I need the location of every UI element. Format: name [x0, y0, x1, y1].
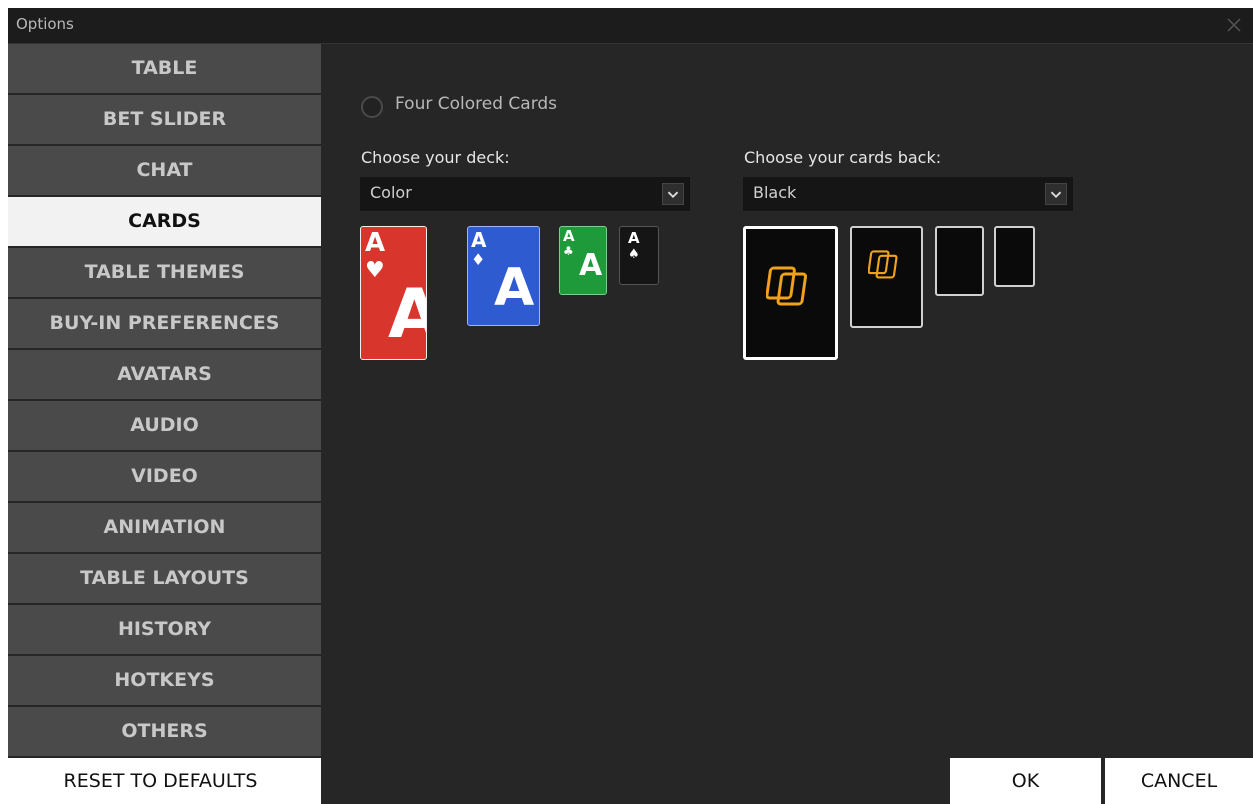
card-back-preview-tiny[interactable]	[994, 226, 1035, 287]
window-title: Options	[16, 15, 74, 33]
sidebar-item-table-layouts[interactable]: TABLE LAYOUTS	[8, 554, 321, 603]
sidebar-item-history[interactable]: HISTORY	[8, 605, 321, 654]
sidebar-item-buy-in-preferences[interactable]: BUY-IN PREFERENCES	[8, 299, 321, 348]
chevron-down-icon[interactable]	[662, 183, 684, 205]
card-back-preview-small[interactable]	[935, 226, 984, 296]
heart-icon: ♥	[365, 258, 385, 283]
four-colored-cards-label: Four Colored Cards	[395, 94, 558, 114]
sidebar-item-hotkeys[interactable]: HOTKEYS	[8, 656, 321, 705]
deck-select-value: Color	[370, 183, 412, 202]
card-rank-large: A	[579, 248, 603, 283]
sidebar-item-others[interactable]: OTHERS	[8, 707, 321, 756]
ok-button[interactable]: OK	[950, 758, 1101, 804]
sidebar-item-cards[interactable]: CARDS	[8, 197, 321, 246]
chevron-down-icon[interactable]	[1045, 183, 1067, 205]
cards-back-select-value: Black	[753, 183, 797, 202]
card-back-preview-medium[interactable]	[850, 226, 923, 328]
card-rank-large: A	[494, 258, 535, 318]
sidebar-item-avatars[interactable]: AVATARS	[8, 350, 321, 399]
logo-icon	[868, 250, 898, 279]
sidebar-item-audio[interactable]: AUDIO	[8, 401, 321, 450]
logo-icon	[766, 266, 808, 306]
deck-preview-medium[interactable]: A ♦ A	[467, 226, 540, 326]
card-rank: A	[563, 227, 575, 245]
sidebar-item-table-themes[interactable]: TABLE THEMES	[8, 248, 321, 297]
card-rank: A	[628, 229, 640, 247]
sidebar-item-chat[interactable]: CHAT	[8, 146, 321, 195]
four-colored-cards-radio[interactable]	[361, 96, 383, 118]
deck-preview-large[interactable]: A ♥ A	[360, 226, 427, 360]
sidebar-item-bet-slider[interactable]: BET SLIDER	[8, 95, 321, 144]
cards-back-select[interactable]: Black	[743, 177, 1073, 211]
deck-preview-small[interactable]: A ♣ A	[559, 226, 607, 295]
card-back-preview-large[interactable]	[743, 226, 838, 360]
options-sidebar: TABLE BET SLIDER CHAT CARDS TABLE THEMES…	[8, 44, 321, 762]
close-icon[interactable]	[1223, 14, 1245, 36]
options-window: Options TABLE BET SLIDER CHAT CARDS TABL…	[8, 8, 1253, 804]
deck-label: Choose your deck:	[361, 148, 510, 167]
cards-settings-panel: Four Colored Cards Choose your deck: Col…	[321, 44, 1253, 762]
sidebar-item-table[interactable]: TABLE	[8, 44, 321, 93]
cards-back-label: Choose your cards back:	[744, 148, 942, 167]
sidebar-item-video[interactable]: VIDEO	[8, 452, 321, 501]
cancel-button[interactable]: CANCEL	[1105, 758, 1253, 804]
card-rank: A	[471, 228, 487, 252]
club-icon: ♣	[563, 244, 574, 258]
card-rank-large: A	[388, 281, 426, 349]
title-bar: Options	[8, 8, 1253, 44]
deck-select[interactable]: Color	[360, 177, 690, 211]
reset-to-defaults-button[interactable]: RESET TO DEFAULTS	[0, 758, 321, 804]
card-rank: A	[365, 228, 386, 258]
deck-preview-tiny[interactable]: A ♠	[619, 226, 659, 285]
sidebar-item-animation[interactable]: ANIMATION	[8, 503, 321, 552]
spade-icon: ♠	[628, 247, 640, 262]
diamond-icon: ♦	[471, 250, 486, 269]
